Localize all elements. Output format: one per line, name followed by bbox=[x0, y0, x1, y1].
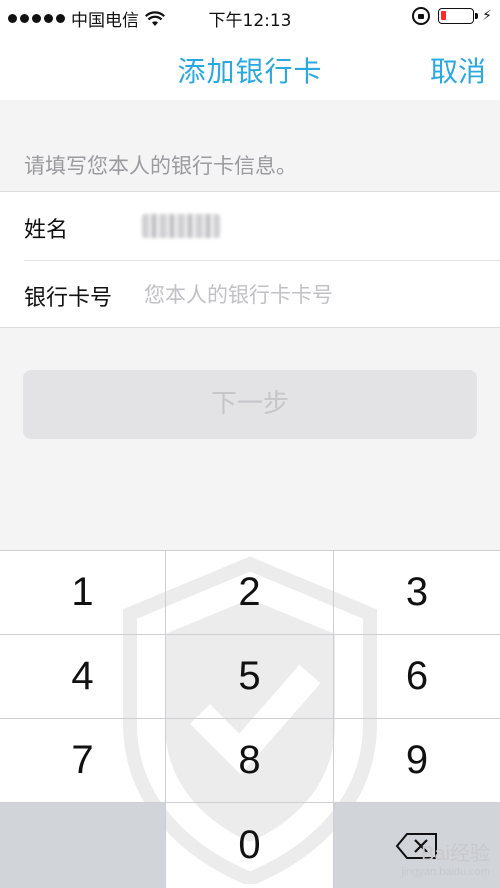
status-bar: 中国电信 下午12:13 ⚡ bbox=[0, 0, 500, 34]
navigation-bar: 添加银行卡 取消 bbox=[0, 34, 500, 100]
name-row: 姓名 bbox=[0, 192, 500, 260]
page-title: 添加银行卡 bbox=[177, 55, 323, 88]
card-number-input[interactable] bbox=[142, 276, 476, 314]
key-0[interactable]: 0 bbox=[166, 802, 334, 888]
key-3[interactable]: 3 bbox=[334, 550, 500, 634]
numeric-keypad: 1 2 3 4 5 6 7 8 9 0 Bai经验 jingyan.baidu.… bbox=[0, 550, 500, 888]
name-label: 姓名 bbox=[24, 218, 69, 243]
delete-key[interactable] bbox=[334, 802, 500, 888]
card-number-row: 银行卡号 bbox=[0, 260, 500, 328]
key-1[interactable]: 1 bbox=[0, 550, 166, 634]
status-right: ⚡ bbox=[412, 7, 492, 25]
charging-icon: ⚡ bbox=[482, 8, 492, 24]
bank-card-form: 姓名 银行卡号 bbox=[0, 191, 500, 328]
key-9[interactable]: 9 bbox=[334, 718, 500, 802]
card-number-label: 银行卡号 bbox=[24, 286, 113, 311]
key-5[interactable]: 5 bbox=[166, 634, 334, 718]
form-hint: 请填写您本人的银行卡信息。 bbox=[24, 154, 297, 178]
key-6[interactable]: 6 bbox=[334, 634, 500, 718]
key-2[interactable]: 2 bbox=[166, 550, 334, 634]
backspace-icon bbox=[395, 832, 437, 859]
rotation-lock-icon bbox=[412, 7, 431, 25]
cancel-button[interactable]: 取消 bbox=[430, 50, 486, 90]
key-7[interactable]: 7 bbox=[0, 718, 166, 802]
key-8[interactable]: 8 bbox=[166, 718, 334, 802]
key-4[interactable]: 4 bbox=[0, 634, 166, 718]
battery-icon bbox=[438, 8, 479, 24]
key-blank bbox=[0, 802, 166, 888]
name-value-redacted bbox=[142, 214, 220, 238]
next-step-button[interactable]: 下一步 bbox=[23, 370, 477, 439]
